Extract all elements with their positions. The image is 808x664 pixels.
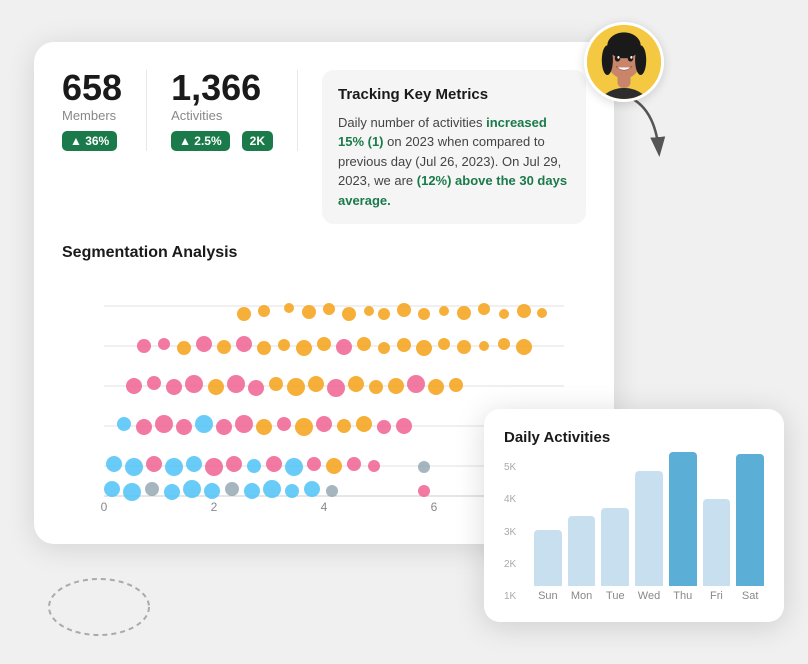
members-value: 658: [62, 70, 122, 106]
daily-activities-title: Daily Activities: [504, 429, 764, 446]
activities-badge2: 2K: [242, 131, 273, 151]
activities-badges: ▲ 2.5% 2K: [171, 131, 273, 151]
user-avatar: [584, 22, 664, 102]
bar-group-wed: Wed: [635, 471, 663, 602]
y-label-1k: 1K: [504, 591, 532, 602]
bar-thu: [669, 452, 697, 586]
tracking-key-metrics: Tracking Key Metrics Daily number of act…: [322, 70, 586, 224]
bar-chart: Sun Mon Tue Wed Thu Fri Sat: [534, 462, 764, 602]
tracking-title: Tracking Key Metrics: [338, 84, 570, 107]
bar-sun: [534, 530, 562, 586]
y-label-3k: 3K: [504, 527, 532, 538]
tracking-text1: Daily number of activities: [338, 115, 486, 130]
bar-label-mon: Mon: [571, 590, 592, 602]
bar-label-tue: Tue: [606, 590, 625, 602]
bar-group-sun: Sun: [534, 530, 562, 602]
bar-group-sat: Sat: [736, 454, 764, 602]
bar-group-thu: Thu: [669, 452, 697, 602]
svg-text:0: 0: [101, 500, 108, 514]
y-axis: 5K 4K 3K 2K 1K: [504, 462, 532, 602]
members-label: Members: [62, 108, 122, 123]
bar-wed: [635, 471, 663, 586]
y-label-4k: 4K: [504, 494, 532, 505]
deco-circle: [44, 572, 144, 632]
bar-label-fri: Fri: [710, 590, 723, 602]
bar-sat: [736, 454, 764, 586]
activities-metric: 1,366 Activities ▲ 2.5% 2K: [171, 70, 298, 151]
bar-fri: [703, 499, 731, 586]
bar-label-wed: Wed: [638, 590, 660, 602]
bar-label-thu: Thu: [673, 590, 692, 602]
members-badge: ▲ 36%: [62, 131, 117, 151]
svg-text:4: 4: [321, 500, 328, 514]
y-label-2k: 2K: [504, 559, 532, 570]
y-label-5k: 5K: [504, 462, 532, 473]
bar-label-sat: Sat: [742, 590, 759, 602]
svg-text:6: 6: [431, 500, 438, 514]
segmentation-title: Segmentation Analysis: [62, 244, 586, 262]
bar-group-mon: Mon: [568, 516, 596, 602]
bar-mon: [568, 516, 596, 586]
bar-label-sun: Sun: [538, 590, 558, 602]
daily-activities-card: Daily Activities 5K 4K 3K 2K 1K Sun Mon Tu…: [484, 409, 784, 622]
members-metric: 658 Members ▲ 36%: [62, 70, 147, 151]
bar-group-fri: Fri: [703, 499, 731, 602]
activities-value: 1,366: [171, 70, 273, 106]
activities-badge: ▲ 2.5%: [171, 131, 230, 151]
activities-label: Activities: [171, 108, 273, 123]
bar-chart-wrapper: 5K 4K 3K 2K 1K Sun Mon Tue Wed Thu Fri Sat: [504, 462, 764, 602]
metrics-row: 658 Members ▲ 36% 1,366 Activities ▲ 2.5…: [62, 70, 586, 224]
svg-text:2: 2: [211, 500, 218, 514]
bar-tue: [601, 508, 629, 586]
bar-group-tue: Tue: [601, 508, 629, 602]
